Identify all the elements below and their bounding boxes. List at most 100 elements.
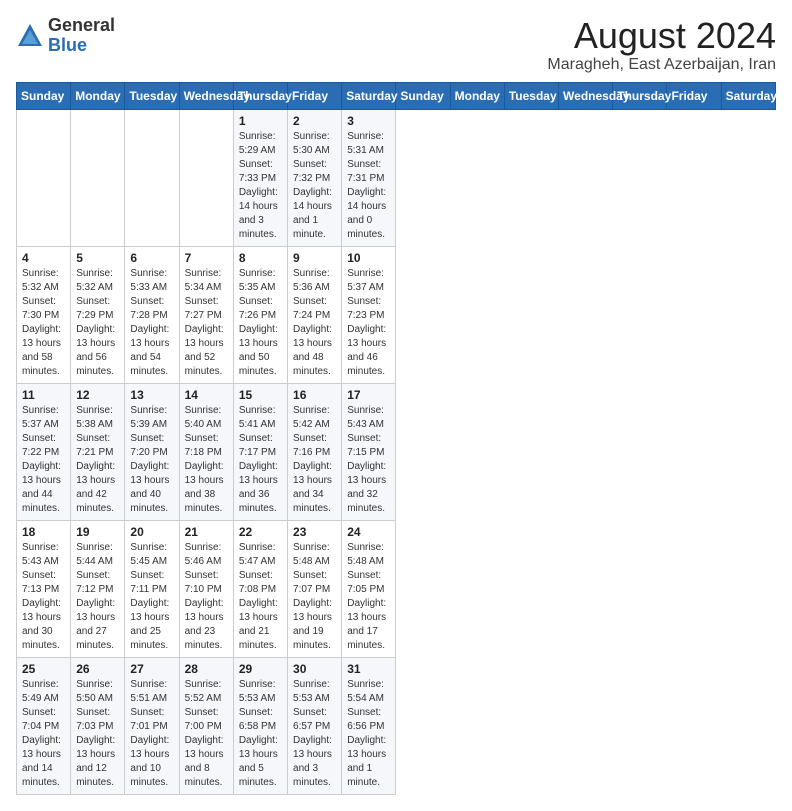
day-info: Sunrise: 5:51 AM Sunset: 7:01 PM Dayligh… [130,678,173,790]
day-number: 18 [22,525,65,539]
header-thursday: Thursday [233,82,287,109]
day-info: Sunrise: 5:39 AM Sunset: 7:20 PM Dayligh… [130,404,173,516]
calendar-header-row: SundayMondayTuesdayWednesdayThursdayFrid… [17,82,776,109]
logo-icon [16,22,44,50]
calendar-cell: 13 Sunrise: 5:39 AM Sunset: 7:20 PM Dayli… [125,383,179,520]
day-number: 6 [130,251,173,265]
calendar-week-row: 18 Sunrise: 5:43 AM Sunset: 7:13 PM Dayli… [17,520,776,657]
logo-blue-text: Blue [48,35,87,55]
day-number: 7 [185,251,228,265]
calendar-cell: 8 Sunrise: 5:35 AM Sunset: 7:26 PM Daylig… [233,246,287,383]
day-info: Sunrise: 5:46 AM Sunset: 7:10 PM Dayligh… [185,541,228,653]
calendar-cell: 7 Sunrise: 5:34 AM Sunset: 7:27 PM Daylig… [179,246,233,383]
calendar-cell: 12Sunrise: 5:38 AM Sunset: 7:21 PM Dayli… [71,383,125,520]
day-info: Sunrise: 5:30 AM Sunset: 7:32 PM Dayligh… [293,130,336,242]
calendar-cell: 3Sunrise: 5:31 AM Sunset: 7:31 PM Daylig… [342,109,396,246]
day-info: Sunrise: 5:34 AM Sunset: 7:27 PM Dayligh… [185,267,228,379]
day-info: Sunrise: 5:32 AM Sunset: 7:30 PM Dayligh… [22,267,65,379]
header-sunday: Sunday [17,82,71,109]
calendar-cell: 11Sunrise: 5:37 AM Sunset: 7:22 PM Dayli… [17,383,71,520]
day-number: 10 [347,251,390,265]
day-number: 9 [293,251,336,265]
day-number: 28 [185,662,228,676]
calendar-cell: 10 Sunrise: 5:37 AM Sunset: 7:23 PM Dayli… [342,246,396,383]
calendar-cell: 30Sunrise: 5:53 AM Sunset: 6:57 PM Dayli… [288,657,342,794]
calendar-cell: 31 Sunrise: 5:54 AM Sunset: 6:56 PM Dayli… [342,657,396,794]
logo: General Blue [16,16,115,56]
page-header: General Blue August 2024 Maragheh, East … [16,16,776,74]
day-info: Sunrise: 5:43 AM Sunset: 7:13 PM Dayligh… [22,541,65,653]
calendar-cell: 4 Sunrise: 5:32 AM Sunset: 7:30 PM Daylig… [17,246,71,383]
logo-general-text: General [48,15,115,35]
header-tuesday: Tuesday [125,82,179,109]
day-number: 19 [76,525,119,539]
weekday-header-tuesday: Tuesday [504,82,558,109]
day-info: Sunrise: 5:37 AM Sunset: 7:23 PM Dayligh… [347,267,390,379]
calendar-cell: 18 Sunrise: 5:43 AM Sunset: 7:13 PM Dayli… [17,520,71,657]
calendar-cell: 9Sunrise: 5:36 AM Sunset: 7:24 PM Daylig… [288,246,342,383]
day-number: 31 [347,662,390,676]
day-number: 1 [239,114,282,128]
calendar-cell: 24 Sunrise: 5:48 AM Sunset: 7:05 PM Dayli… [342,520,396,657]
day-number: 26 [76,662,119,676]
day-number: 20 [130,525,173,539]
day-number: 5 [76,251,119,265]
day-info: Sunrise: 5:40 AM Sunset: 7:18 PM Dayligh… [185,404,228,516]
calendar-cell: 6 Sunrise: 5:33 AM Sunset: 7:28 PM Daylig… [125,246,179,383]
day-info: Sunrise: 5:44 AM Sunset: 7:12 PM Dayligh… [76,541,119,653]
day-number: 24 [347,525,390,539]
day-info: Sunrise: 5:37 AM Sunset: 7:22 PM Dayligh… [22,404,65,516]
day-info: Sunrise: 5:41 AM Sunset: 7:17 PM Dayligh… [239,404,282,516]
weekday-header-thursday: Thursday [613,82,667,109]
calendar-cell [17,109,71,246]
day-info: Sunrise: 5:32 AM Sunset: 7:29 PM Dayligh… [76,267,119,379]
calendar-cell: 26 Sunrise: 5:50 AM Sunset: 7:03 PM Dayli… [71,657,125,794]
day-number: 17 [347,388,390,402]
day-number: 4 [22,251,65,265]
day-number: 25 [22,662,65,676]
weekday-header-friday: Friday [667,82,721,109]
calendar-cell [71,109,125,246]
weekday-header-wednesday: Wednesday [559,82,613,109]
day-info: Sunrise: 5:48 AM Sunset: 7:05 PM Dayligh… [347,541,390,653]
day-info: Sunrise: 5:33 AM Sunset: 7:28 PM Dayligh… [130,267,173,379]
day-number: 29 [239,662,282,676]
day-number: 14 [185,388,228,402]
day-info: Sunrise: 5:42 AM Sunset: 7:16 PM Dayligh… [293,404,336,516]
day-number: 16 [293,388,336,402]
calendar-cell: 23Sunrise: 5:48 AM Sunset: 7:07 PM Dayli… [288,520,342,657]
calendar-cell: 21Sunrise: 5:46 AM Sunset: 7:10 PM Dayli… [179,520,233,657]
weekday-header-saturday: Saturday [721,82,775,109]
day-number: 22 [239,525,282,539]
header-monday: Monday [71,82,125,109]
calendar-cell: 5 Sunrise: 5:32 AM Sunset: 7:29 PM Daylig… [71,246,125,383]
day-number: 3 [347,114,390,128]
weekday-header-sunday: Sunday [396,82,450,109]
calendar-week-row: 4 Sunrise: 5:32 AM Sunset: 7:30 PM Daylig… [17,246,776,383]
calendar-cell: 20Sunrise: 5:45 AM Sunset: 7:11 PM Dayli… [125,520,179,657]
day-number: 8 [239,251,282,265]
calendar-cell: 2Sunrise: 5:30 AM Sunset: 7:32 PM Daylig… [288,109,342,246]
day-info: Sunrise: 5:52 AM Sunset: 7:00 PM Dayligh… [185,678,228,790]
day-info: Sunrise: 5:43 AM Sunset: 7:15 PM Dayligh… [347,404,390,516]
calendar-table: SundayMondayTuesdayWednesdayThursdayFrid… [16,82,776,795]
calendar-cell: 17 Sunrise: 5:43 AM Sunset: 7:15 PM Dayli… [342,383,396,520]
calendar-cell: 1 Sunrise: 5:29 AM Sunset: 7:33 PM Daylig… [233,109,287,246]
calendar-cell: 25Sunrise: 5:49 AM Sunset: 7:04 PM Dayli… [17,657,71,794]
month-year-title: August 2024 [547,16,776,56]
calendar-cell: 28 Sunrise: 5:52 AM Sunset: 7:00 PM Dayli… [179,657,233,794]
calendar-cell: 14 Sunrise: 5:40 AM Sunset: 7:18 PM Dayli… [179,383,233,520]
day-info: Sunrise: 5:29 AM Sunset: 7:33 PM Dayligh… [239,130,282,242]
calendar-cell: 29 Sunrise: 5:53 AM Sunset: 6:58 PM Dayli… [233,657,287,794]
day-number: 30 [293,662,336,676]
calendar-week-row: 25Sunrise: 5:49 AM Sunset: 7:04 PM Dayli… [17,657,776,794]
day-info: Sunrise: 5:50 AM Sunset: 7:03 PM Dayligh… [76,678,119,790]
header-saturday: Saturday [342,82,396,109]
calendar-week-row: 11Sunrise: 5:37 AM Sunset: 7:22 PM Dayli… [17,383,776,520]
calendar-cell: 16 Sunrise: 5:42 AM Sunset: 7:16 PM Dayli… [288,383,342,520]
day-info: Sunrise: 5:35 AM Sunset: 7:26 PM Dayligh… [239,267,282,379]
day-info: Sunrise: 5:54 AM Sunset: 6:56 PM Dayligh… [347,678,390,790]
calendar-cell: 27Sunrise: 5:51 AM Sunset: 7:01 PM Dayli… [125,657,179,794]
day-number: 13 [130,388,173,402]
day-info: Sunrise: 5:53 AM Sunset: 6:58 PM Dayligh… [239,678,282,790]
